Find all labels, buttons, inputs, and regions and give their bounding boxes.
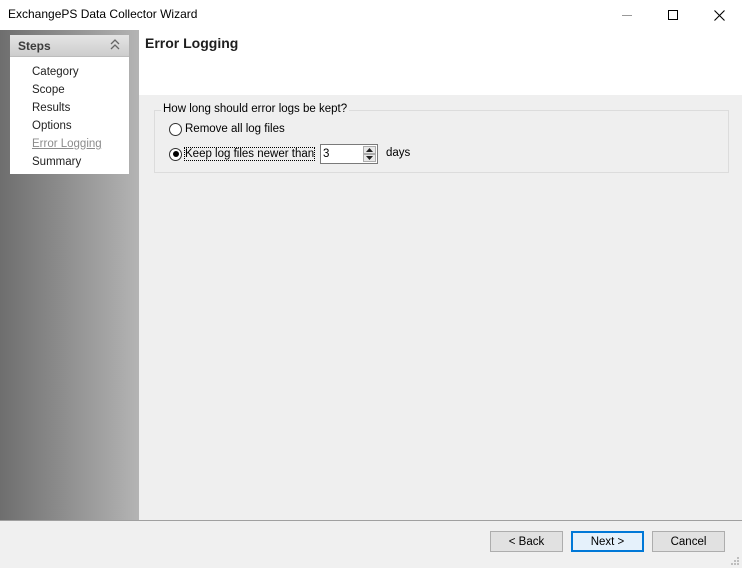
collapse-chevron-up-icon[interactable]	[109, 38, 121, 52]
back-button[interactable]: < Back	[490, 531, 563, 552]
days-unit-label: days	[386, 147, 411, 159]
retention-question: How long should error logs be kept?	[161, 103, 350, 115]
step-item-results[interactable]: Results	[10, 99, 129, 117]
next-button[interactable]: Next >	[571, 531, 644, 552]
window-title: ExchangePS Data Collector Wizard	[8, 7, 198, 21]
keep-newer-radio[interactable]	[169, 147, 182, 161]
maximize-button[interactable]	[650, 0, 696, 30]
page-header: Error Logging	[139, 30, 742, 95]
close-button[interactable]	[696, 0, 742, 30]
cancel-button[interactable]: Cancel	[652, 531, 725, 552]
steps-panel: Steps Category Scope Results Options Err…	[10, 35, 129, 174]
remove-all-radio[interactable]	[169, 122, 182, 136]
step-list: Category Scope Results Options Error Log…	[10, 57, 129, 171]
content-area: How long should error logs be kept? Remo…	[139, 95, 742, 520]
spin-up-button[interactable]	[363, 146, 376, 154]
step-item-scope[interactable]: Scope	[10, 81, 129, 99]
step-item-error-logging[interactable]: Error Logging	[10, 135, 129, 153]
remove-all-option[interactable]: Remove all log files	[169, 120, 285, 138]
arrow-down-icon	[366, 156, 373, 160]
keep-newer-option[interactable]: Keep log files newer than	[169, 145, 316, 163]
retention-group: How long should error logs be kept? Remo…	[154, 103, 729, 173]
close-icon	[713, 9, 725, 21]
maximize-icon	[668, 10, 678, 20]
days-spinner[interactable]	[320, 144, 378, 164]
step-item-options[interactable]: Options	[10, 117, 129, 135]
step-item-category[interactable]: Category	[10, 63, 129, 81]
title-bar: ExchangePS Data Collector Wizard	[0, 0, 742, 30]
minimize-icon	[622, 14, 632, 16]
wizard-footer: < Back Next > Cancel	[0, 520, 742, 568]
arrow-up-icon	[366, 148, 373, 152]
steps-header[interactable]: Steps	[10, 35, 129, 57]
steps-header-label: Steps	[18, 39, 51, 53]
spin-buttons	[363, 146, 376, 162]
minimize-button[interactable]	[604, 0, 650, 30]
remove-all-label[interactable]: Remove all log files	[185, 123, 285, 135]
wizard-sidebar: Steps Category Scope Results Options Err…	[0, 30, 139, 520]
resize-grip-icon[interactable]	[730, 556, 740, 566]
step-item-summary[interactable]: Summary	[10, 153, 129, 171]
days-input[interactable]	[321, 145, 361, 163]
keep-newer-label[interactable]: Keep log files newer than	[183, 147, 316, 161]
spin-down-button[interactable]	[363, 154, 376, 162]
page-title: Error Logging	[145, 35, 239, 51]
